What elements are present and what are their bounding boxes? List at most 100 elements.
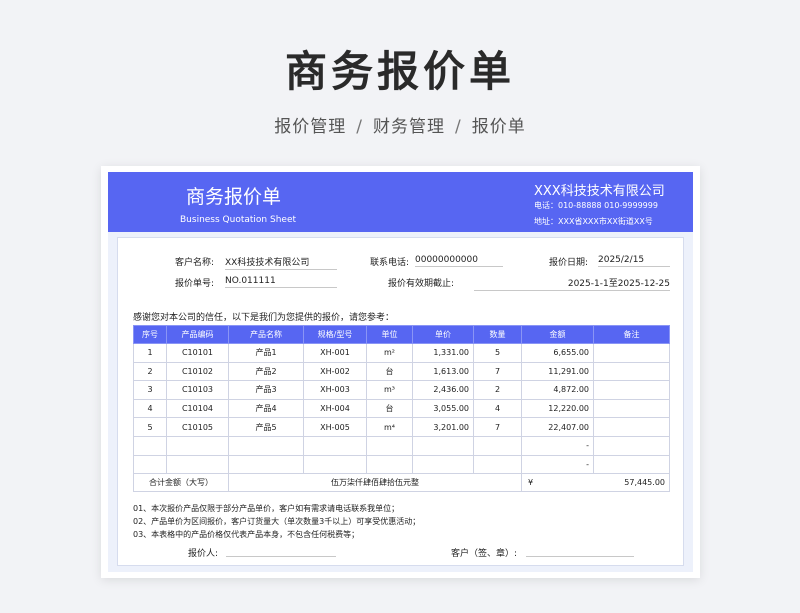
table-header-row: 序号 产品编码 产品名称 规格/型号 单位 单价 数量 金额 备注 [133,325,670,344]
table-row[interactable]: 1 C10101 产品1 XH-001 m² 1,331.00 5 6,655.… [133,343,670,363]
cell-price[interactable]: 1,613.00 [412,361,474,382]
table-row[interactable]: 5 C10105 产品5 XH-005 m⁴ 3,201.00 7 22,407… [133,417,670,437]
cell-remark[interactable] [593,380,670,400]
cell-price[interactable] [412,454,474,475]
breadcrumb-separator: / [455,117,462,137]
cell-no[interactable]: 4 [133,398,167,419]
cell-qty[interactable]: 4 [473,398,522,419]
breadcrumb: 报价管理 / 财务管理 / 报价单 [0,112,800,137]
cell-code[interactable] [166,454,229,475]
cell-remark[interactable] [593,454,670,475]
quote-number-value[interactable]: NO.011111 [225,276,337,288]
table-row[interactable]: - [133,454,670,475]
cell-name[interactable]: 产品2 [228,361,304,382]
breadcrumb-separator: / [356,117,363,137]
phone-value[interactable]: 00000000000 [415,255,503,267]
valid-until-value[interactable]: 2025-1-1至2025-12-25 [474,276,670,291]
quote-date-value[interactable]: 2025/2/15 [598,255,670,267]
currency-symbol: ¥ [521,473,594,493]
cell-qty[interactable]: 2 [473,380,522,400]
cell-name[interactable]: 产品3 [228,380,304,400]
cell-spec[interactable]: XH-004 [303,398,367,419]
intro-text: 感谢您对本公司的信任，以下是我们为您提供的报价，请您参考： [133,313,395,323]
cell-remark[interactable] [593,398,670,419]
cell-code[interactable]: C10101 [166,343,229,363]
cell-no[interactable] [133,435,167,456]
cell-unit[interactable]: 台 [366,398,413,419]
table-row[interactable]: 3 C10103 产品3 XH-003 m³ 2,436.00 2 4,872.… [133,380,670,400]
cell-spec[interactable] [303,454,367,475]
breadcrumb-item-quotation[interactable]: 报价单 [472,117,526,137]
cell-name[interactable]: 产品5 [228,417,304,437]
cell-unit[interactable]: 台 [366,361,413,382]
cell-code[interactable]: C10103 [166,380,229,400]
cell-code[interactable] [166,435,229,456]
cell-amount[interactable]: 4,872.00 [521,380,594,400]
company-name: XXX科技技术有限公司 [534,184,665,199]
customer-signature-field[interactable] [526,556,634,557]
sheet-subtitle: Business Quotation Sheet [180,215,297,225]
cell-spec[interactable]: XH-003 [303,380,367,400]
cell-amount[interactable]: 11,291.00 [521,361,594,382]
cell-name[interactable] [228,454,304,475]
cell-code[interactable]: C10102 [166,361,229,382]
table-row[interactable]: 2 C10102 产品2 XH-002 台 1,613.00 7 11,291.… [133,361,670,382]
table-row[interactable]: - [133,435,670,456]
sheet-title: 商务报价单 [186,186,282,208]
cell-price[interactable]: 2,436.00 [412,380,474,400]
quoter-signature-field[interactable] [226,556,336,557]
cell-no[interactable]: 3 [133,380,167,400]
cell-qty[interactable]: 7 [473,361,522,382]
quotation-table: 序号 产品编码 产品名称 规格/型号 单位 单价 数量 金额 备注 1 C101 [133,325,670,493]
cell-unit[interactable]: m² [366,343,413,363]
customer-name-value[interactable]: XX科技技术有限公司 [225,255,337,270]
total-row: 合计金额（大写） 伍万柒仟肆佰肆拾伍元整 ¥ 57,445.00 [133,473,670,493]
col-header-no: 序号 [133,325,167,344]
breadcrumb-item-quote-mgmt[interactable]: 报价管理 [274,117,346,137]
cell-unit[interactable]: m³ [366,380,413,400]
cell-price[interactable]: 1,331.00 [412,343,474,363]
cell-name[interactable]: 产品4 [228,398,304,419]
cell-amount[interactable]: 12,220.00 [521,398,594,419]
cell-spec[interactable] [303,435,367,456]
cell-remark[interactable] [593,435,670,456]
cell-remark[interactable] [593,343,670,363]
cell-amount[interactable]: - [521,435,594,456]
cell-amount[interactable]: 22,407.00 [521,417,594,437]
sheet-header: 商务报价单 Business Quotation Sheet XXX科技技术有限… [108,172,693,232]
cell-no[interactable]: 5 [133,417,167,437]
cell-qty[interactable]: 7 [473,417,522,437]
cell-no[interactable]: 2 [133,361,167,382]
cell-unit[interactable] [366,454,413,475]
col-header-name: 产品名称 [228,325,304,344]
cell-no[interactable] [133,454,167,475]
sheet-body: 客户名称: XX科技技术有限公司 联系电话: 00000000000 报价日期:… [108,232,693,572]
cell-spec[interactable]: XH-005 [303,417,367,437]
total-label: 合计金额（大写） [133,473,229,493]
table-row[interactable]: 4 C10104 产品4 XH-004 台 3,055.00 4 12,220.… [133,398,670,419]
col-header-amount: 金额 [521,325,594,344]
cell-no[interactable]: 1 [133,343,167,363]
breadcrumb-item-finance-mgmt[interactable]: 财务管理 [373,117,445,137]
cell-price[interactable]: 3,055.00 [412,398,474,419]
cell-price[interactable]: 3,201.00 [412,417,474,437]
valid-until-label: 报价有效期截止: [388,279,455,289]
cell-remark[interactable] [593,417,670,437]
cell-code[interactable]: C10104 [166,398,229,419]
cell-price[interactable] [412,435,474,456]
cell-spec[interactable]: XH-002 [303,361,367,382]
cell-remark[interactable] [593,361,670,382]
cell-spec[interactable]: XH-001 [303,343,367,363]
cell-code[interactable]: C10105 [166,417,229,437]
cell-name[interactable] [228,435,304,456]
cell-qty[interactable] [473,435,522,456]
cell-unit[interactable]: m⁴ [366,417,413,437]
total-in-words: 伍万柒仟肆佰肆拾伍元整 [228,473,522,493]
quoter-label: 报价人: [188,549,219,559]
cell-amount[interactable]: - [521,454,594,475]
cell-unit[interactable] [366,435,413,456]
cell-name[interactable]: 产品1 [228,343,304,363]
cell-qty[interactable] [473,454,522,475]
cell-amount[interactable]: 6,655.00 [521,343,594,363]
cell-qty[interactable]: 5 [473,343,522,363]
